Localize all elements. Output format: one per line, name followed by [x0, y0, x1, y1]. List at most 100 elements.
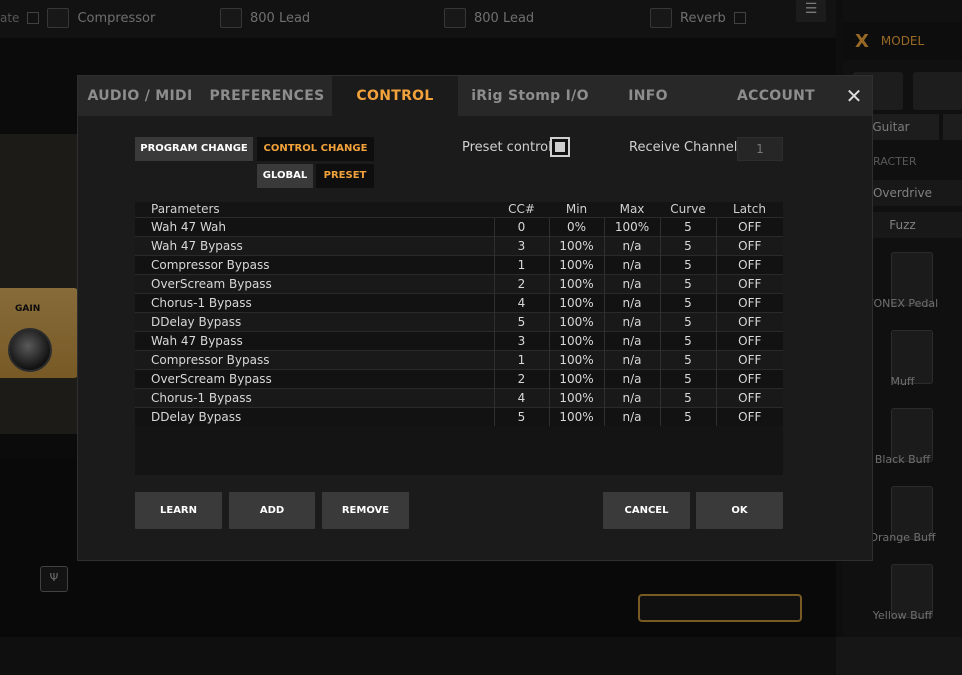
table-row[interactable]: DDelay Bypass 5 100% n/a 5 OFF — [135, 407, 783, 426]
curve-cell[interactable]: 5 — [659, 312, 716, 332]
cc-cell[interactable]: 5 — [493, 312, 549, 332]
cc-parameter-table: Parameters CC# Min Max Curve Latch Wah 4… — [135, 202, 783, 475]
curve-cell[interactable]: 5 — [659, 407, 716, 426]
curve-cell[interactable]: 5 — [659, 274, 716, 294]
close-icon[interactable]: ✕ — [840, 82, 868, 110]
cancel-button[interactable]: CANCEL — [603, 492, 690, 529]
latch-cell[interactable]: OFF — [715, 369, 783, 389]
cc-cell[interactable]: 3 — [493, 331, 549, 351]
parameter-name-cell[interactable]: Wah 47 Bypass — [135, 236, 494, 256]
cc-cell[interactable]: 5 — [493, 407, 549, 426]
curve-cell[interactable]: 5 — [659, 217, 716, 237]
table-row[interactable]: Compressor Bypass 1 100% n/a 5 OFF — [135, 255, 783, 275]
table-row[interactable]: Chorus-1 Bypass 4 100% n/a 5 OFF — [135, 293, 783, 313]
min-cell[interactable]: 100% — [548, 312, 604, 332]
global-toggle[interactable]: GLOBAL — [257, 164, 313, 188]
latch-cell[interactable]: OFF — [715, 217, 783, 237]
learn-button[interactable]: LEARN — [135, 492, 222, 529]
cc-cell[interactable]: 4 — [493, 388, 549, 408]
ok-button[interactable]: OK — [696, 492, 783, 529]
max-cell[interactable]: n/a — [603, 293, 660, 313]
max-cell[interactable]: n/a — [603, 369, 660, 389]
curve-cell[interactable]: 5 — [659, 236, 716, 256]
remove-button[interactable]: REMOVE — [322, 492, 409, 529]
tab-preferences[interactable]: PREFERENCES — [202, 76, 332, 116]
control-change-toggle[interactable]: CONTROL CHANGE — [257, 137, 374, 161]
max-cell[interactable]: 100% — [603, 217, 660, 237]
min-cell[interactable]: 0% — [548, 217, 604, 237]
latch-cell[interactable]: OFF — [715, 407, 783, 426]
tab-irig-stomp-io[interactable]: iRig Stomp I/O — [458, 76, 602, 116]
max-cell[interactable]: n/a — [603, 350, 660, 370]
min-cell[interactable]: 100% — [548, 350, 604, 370]
header-parameters: Parameters — [151, 202, 220, 216]
max-cell[interactable]: n/a — [603, 331, 660, 351]
min-cell[interactable]: 100% — [548, 369, 604, 389]
parameter-name-cell[interactable]: OverScream Bypass — [135, 369, 494, 389]
parameter-name-cell[interactable]: DDelay Bypass — [135, 407, 494, 426]
min-cell[interactable]: 100% — [548, 274, 604, 294]
curve-cell[interactable]: 5 — [659, 350, 716, 370]
curve-cell[interactable]: 5 — [659, 369, 716, 389]
tab-account[interactable]: ACCOUNT — [694, 76, 858, 116]
table-row[interactable]: DDelay Bypass 5 100% n/a 5 OFF — [135, 312, 783, 332]
max-cell[interactable]: n/a — [603, 312, 660, 332]
curve-cell[interactable]: 5 — [659, 255, 716, 275]
parameter-name-cell[interactable]: Chorus-1 Bypass — [135, 293, 494, 313]
latch-cell[interactable]: OFF — [715, 236, 783, 256]
cc-cell[interactable]: 0 — [493, 217, 549, 237]
header-min: Min — [565, 202, 588, 216]
max-cell[interactable]: n/a — [603, 236, 660, 256]
table-row[interactable]: Compressor Bypass 1 100% n/a 5 OFF — [135, 350, 783, 370]
cc-cell[interactable]: 4 — [493, 293, 549, 313]
latch-cell[interactable]: OFF — [715, 274, 783, 294]
max-cell[interactable]: n/a — [603, 388, 660, 408]
min-cell[interactable]: 100% — [548, 255, 604, 275]
parameter-name-cell[interactable]: Chorus-1 Bypass — [135, 388, 494, 408]
latch-cell[interactable]: OFF — [715, 331, 783, 351]
max-cell[interactable]: n/a — [603, 407, 660, 426]
receive-channel-field[interactable]: 1 — [737, 137, 783, 161]
table-row[interactable]: Wah 47 Bypass 3 100% n/a 5 OFF — [135, 236, 783, 256]
table-row[interactable]: OverScream Bypass 2 100% n/a 5 OFF — [135, 369, 783, 389]
cc-cell[interactable]: 2 — [493, 274, 549, 294]
tab-audio-midi[interactable]: AUDIO / MIDI — [78, 76, 202, 116]
tab-info[interactable]: INFO — [602, 76, 694, 116]
program-change-toggle[interactable]: PROGRAM CHANGE — [135, 137, 253, 161]
min-cell[interactable]: 100% — [548, 388, 604, 408]
min-cell[interactable]: 100% — [548, 331, 604, 351]
min-cell[interactable]: 100% — [548, 236, 604, 256]
table-row[interactable]: Wah 47 Bypass 3 100% n/a 5 OFF — [135, 331, 783, 351]
max-cell[interactable]: n/a — [603, 255, 660, 275]
parameter-name-cell[interactable]: OverScream Bypass — [135, 274, 494, 294]
min-cell[interactable]: 100% — [548, 407, 604, 426]
parameter-name-cell[interactable]: Compressor Bypass — [135, 350, 494, 370]
table-row[interactable]: Chorus-1 Bypass 4 100% n/a 5 OFF — [135, 388, 783, 408]
add-button[interactable]: ADD — [229, 492, 315, 529]
latch-cell[interactable]: OFF — [715, 293, 783, 313]
parameter-name-cell[interactable]: DDelay Bypass — [135, 312, 494, 332]
table-row[interactable]: OverScream Bypass 2 100% n/a 5 OFF — [135, 274, 783, 294]
latch-cell[interactable]: OFF — [715, 388, 783, 408]
latch-cell[interactable]: OFF — [715, 312, 783, 332]
parameter-name-cell[interactable]: Compressor Bypass — [135, 255, 494, 275]
table-row[interactable]: Wah 47 Wah 0 0% 100% 5 OFF — [135, 217, 783, 237]
preset-control-checkbox[interactable] — [550, 137, 570, 157]
receive-channel-label: Receive Channel — [629, 140, 738, 155]
header-cc: CC# — [508, 202, 535, 216]
cc-cell[interactable]: 1 — [493, 350, 549, 370]
curve-cell[interactable]: 5 — [659, 331, 716, 351]
latch-cell[interactable]: OFF — [715, 350, 783, 370]
tab-control[interactable]: CONTROL — [332, 76, 458, 116]
preset-toggle[interactable]: PRESET — [316, 164, 374, 188]
cc-cell[interactable]: 2 — [493, 369, 549, 389]
max-cell[interactable]: n/a — [603, 274, 660, 294]
curve-cell[interactable]: 5 — [659, 293, 716, 313]
latch-cell[interactable]: OFF — [715, 255, 783, 275]
cc-cell[interactable]: 3 — [493, 236, 549, 256]
parameter-name-cell[interactable]: Wah 47 Bypass — [135, 331, 494, 351]
curve-cell[interactable]: 5 — [659, 388, 716, 408]
parameter-name-cell[interactable]: Wah 47 Wah — [135, 217, 494, 237]
cc-cell[interactable]: 1 — [493, 255, 549, 275]
min-cell[interactable]: 100% — [548, 293, 604, 313]
